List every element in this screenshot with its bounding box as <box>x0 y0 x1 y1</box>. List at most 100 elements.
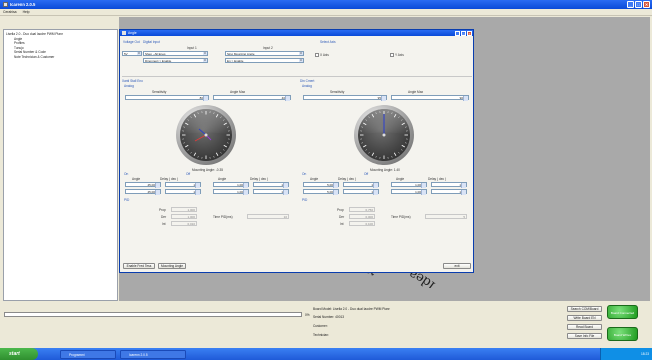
input2-select[interactable]: Sing Mounting Angle <box>225 51 304 56</box>
input2b-select[interactable]: En > Enable <box>225 58 304 63</box>
on-delay-spinner[interactable]: 1 <box>343 189 379 195</box>
technician-label: Technician: <box>313 333 329 337</box>
mounting-angle-readout: Mounting Angle: -0.35 <box>192 168 224 172</box>
y-axis-label: Y Axis <box>395 53 404 57</box>
off-label: Off <box>364 172 369 176</box>
angle-gauge <box>175 104 237 166</box>
on-angle-spinner[interactable]: 45,00 <box>125 182 161 188</box>
int-label: Int <box>340 222 344 226</box>
voltage-out-label: Voltage Out <box>123 40 140 44</box>
taskbar-app[interactable]: Icarenn 2.0.5 <box>120 349 186 359</box>
prop-value: 0,750 <box>349 207 375 212</box>
menu-cerahisa[interactable]: Cerahisa <box>3 9 17 15</box>
angle-window: Angle _ □ ✕ Voltage Out Digital Input In… <box>119 29 474 273</box>
int-label: Int <box>162 222 166 226</box>
serial-number: Serial Number: 40013 <box>313 315 345 319</box>
der-value: 1,000 <box>171 214 197 219</box>
maximize-button[interactable]: □ <box>635 1 642 8</box>
app-title-bar: Icarenn 2.0.5 _ □ ✕ <box>0 0 652 9</box>
angle-max-spinner[interactable]: 90 <box>391 95 469 101</box>
read-board-button[interactable]: Read Board <box>567 324 602 330</box>
taskbar: start Programmi Icarenn 2.0.5 18:23 <box>0 348 652 360</box>
int-value: 0,010 <box>171 221 197 226</box>
taskbar-programs[interactable]: Programmi <box>60 349 116 359</box>
write-board-button[interactable]: Write Board EN <box>567 315 602 321</box>
tree-item-notes[interactable]: Note Technician & Customer <box>6 55 115 60</box>
on-delay-spinner[interactable]: 1 <box>165 182 201 188</box>
angle-window-title-bar: Angle _ □ ✕ <box>120 30 473 36</box>
system-tray-clock: 18:23 <box>600 348 652 360</box>
progress-bar <box>4 312 302 317</box>
input1b-select[interactable]: Dinonnect > Enable <box>143 58 208 63</box>
menu-bar: Cerahisa Help <box>0 9 652 16</box>
der-label: Der <box>161 215 167 219</box>
angle-gauge <box>353 104 415 166</box>
on-angle-spinner[interactable]: 45,00 <box>125 189 161 195</box>
analog-label: Analog <box>302 84 312 88</box>
menu-help[interactable]: Help <box>23 9 30 15</box>
panel-title: Din Cmert <box>300 79 315 83</box>
angle-max-label: Angle Max <box>408 90 424 94</box>
app-icon <box>3 2 8 7</box>
der-label: Der <box>339 215 345 219</box>
time-pid-label: Time PID(ms) <box>213 215 233 219</box>
angle-max-spinner[interactable]: 40 <box>213 95 291 101</box>
x-axis-label: X Axis <box>320 53 329 57</box>
on-angle-spinner[interactable]: 5,00 <box>303 189 339 195</box>
on-label: On <box>124 172 129 176</box>
start-button[interactable]: start <box>0 348 38 360</box>
col-delay-on: Delay ( dec ) <box>338 177 357 181</box>
digital-input-label: Digital Input <box>143 40 160 44</box>
child-minimize-button[interactable]: _ <box>455 30 460 36</box>
enable-fred-tess-button[interactable]: Enable Fred Tess <box>123 263 155 269</box>
on-angle-spinner[interactable]: 5,00 <box>303 182 339 188</box>
int-value: 0,100 <box>349 221 375 226</box>
off-angle-spinner[interactable]: 1,00 <box>213 189 249 195</box>
off-delay-spinner[interactable]: 1 <box>253 189 289 195</box>
sensitivity-spinner[interactable]: 95 <box>303 95 387 101</box>
search-com-button[interactable]: Search COM/Board <box>567 306 602 312</box>
sensitivity-label: Sensitivity <box>330 90 345 94</box>
select-axis-label: Select Axis <box>320 40 336 44</box>
col-delay-off: Delay ( dec ) <box>428 177 447 181</box>
col-angle-on: Angle <box>310 177 319 181</box>
input1-select[interactable]: Shep - All Enes <box>143 51 208 56</box>
off-delay-spinner[interactable]: 1 <box>431 189 467 195</box>
close-button[interactable]: ✕ <box>643 1 650 8</box>
minimize-button[interactable]: _ <box>627 1 634 8</box>
off-delay-spinner[interactable]: 1 <box>253 182 289 188</box>
voltage-select[interactable]: 5V <box>122 51 142 56</box>
board-connected-indicator: Board Connected <box>607 305 638 319</box>
y-axis-checkbox[interactable] <box>390 53 394 57</box>
customer-label: Customer: <box>313 324 328 328</box>
prop-value: 1,000 <box>171 207 197 212</box>
x-axis-checkbox[interactable] <box>315 53 319 57</box>
mounting-angle-button[interactable]: Mounting Angle <box>158 263 186 269</box>
off-angle-spinner[interactable]: 1,00 <box>391 189 427 195</box>
exit-button[interactable]: exit <box>443 263 471 269</box>
child-close-button[interactable]: ✕ <box>467 30 472 36</box>
separator <box>122 76 472 77</box>
off-delay-spinner[interactable]: 1 <box>431 182 467 188</box>
analog-label: Analog <box>124 84 134 88</box>
window-icon <box>122 31 126 35</box>
navigation-tree: Lisella 2.0 - Duo dual Iaodre PWM Pianr … <box>3 29 118 301</box>
col-angle-off: Angle <box>218 177 227 181</box>
col-delay-on: Delay ( dec ) <box>160 177 179 181</box>
sensitivity-spinner[interactable]: 80 <box>125 95 209 101</box>
child-maximize-button[interactable]: □ <box>461 30 466 36</box>
panel-title: Xanti Stall Eno <box>122 79 143 83</box>
input2-label: Input 2 <box>263 46 273 50</box>
on-delay-spinner[interactable]: 1 <box>343 182 379 188</box>
off-angle-spinner[interactable]: 1,00 <box>213 182 249 188</box>
save-info-button[interactable]: Save Info File <box>567 333 602 339</box>
app-title: Icarenn 2.0.5 <box>10 2 36 7</box>
time-pid-value: 10 <box>247 214 289 219</box>
on-delay-spinner[interactable]: 1 <box>165 189 201 195</box>
der-value: 0,000 <box>349 214 375 219</box>
off-angle-spinner[interactable]: 1,00 <box>391 182 427 188</box>
sensitivity-label: Sensitivity <box>152 90 167 94</box>
off-label: Off <box>186 172 191 176</box>
prop-label: Prop <box>337 208 344 212</box>
col-angle-off: Angle <box>396 177 405 181</box>
